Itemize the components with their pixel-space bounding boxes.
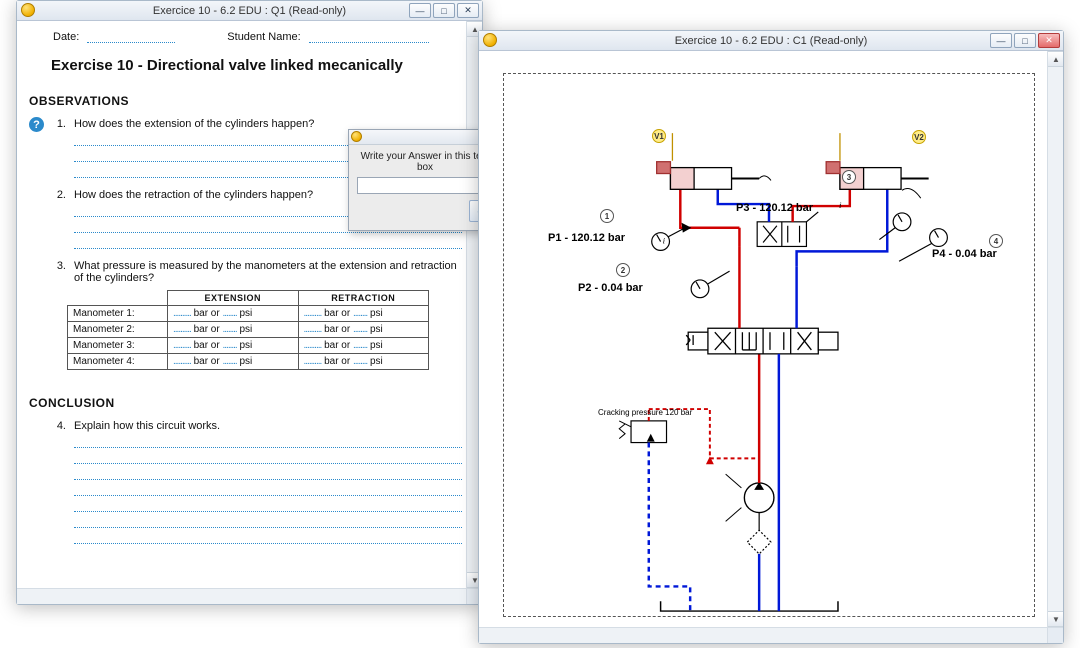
date-label: Date:	[53, 31, 79, 43]
table-row: Manometer 4: .......... bar or ........ …	[68, 354, 429, 370]
node-4: 4	[989, 234, 1003, 248]
worksheet-window: Exercice 10 - 6.2 EDU : Q1 (Read-only) —…	[16, 0, 483, 605]
q1-text: How does the extension of the cylinders …	[74, 118, 314, 130]
manometer-table: EXTENSION RETRACTION Manometer 1: ......…	[67, 290, 429, 370]
app-icon	[483, 33, 497, 47]
maximize-button[interactable]: □	[433, 3, 455, 18]
exercise-title: Exercise 10 - Directional valve linked m…	[51, 57, 462, 74]
scrollbar-horizontal[interactable]	[479, 627, 1047, 643]
q4-text: Explain how this circuit works.	[74, 420, 220, 432]
cylinder-left	[657, 162, 759, 190]
hydraulic-schematic[interactable]: i i V1 V2 1 2 3 4 P1 - 120.12 bar P2 - 0…	[503, 73, 1035, 617]
col-extension: EXTENSION	[168, 291, 299, 306]
node-1: 1	[600, 209, 614, 223]
table-row: Manometer 1: .......... bar or ........ …	[68, 306, 429, 322]
node-2: 2	[616, 263, 630, 277]
student-name-input-line[interactable]	[309, 31, 429, 43]
node-v2: V2	[912, 130, 926, 144]
window-title: Exercice 10 - 6.2 EDU : Q1 (Read-only)	[153, 5, 346, 17]
diagram-client: i i V1 V2 1 2 3 4 P1 - 120.12 bar P2 - 0…	[479, 51, 1063, 643]
question-3: 3. What pressure is measured by the mano…	[29, 260, 462, 284]
help-icon[interactable]: ?	[29, 117, 44, 132]
label-p2: P2 - 0.04 bar	[578, 282, 643, 294]
answer-line[interactable]	[74, 485, 462, 496]
diagram-window: Exercice 10 - 6.2 EDU : C1 (Read-only) —…	[478, 30, 1064, 644]
answer-line[interactable]	[74, 453, 462, 464]
label-p4: P4 - 0.04 bar	[932, 248, 997, 260]
answer-line[interactable]	[74, 469, 462, 480]
app-icon	[351, 131, 362, 142]
close-button[interactable]: ✕	[1038, 33, 1060, 48]
answer-line[interactable]	[74, 238, 462, 249]
label-cracking-pressure: Cracking pressure 120 bar	[598, 408, 692, 417]
maximize-button[interactable]: □	[1014, 33, 1036, 48]
scrollbar-vertical[interactable]: ▲ ▼	[1047, 51, 1063, 627]
answer-line[interactable]	[74, 437, 462, 448]
q2-text: How does the retraction of the cylinders…	[74, 189, 313, 201]
observations-heading: OBSERVATIONS	[29, 94, 462, 108]
close-button[interactable]: ✕	[457, 3, 479, 18]
answer-line[interactable]	[74, 501, 462, 512]
table-row: Manometer 2: .......... bar or ........ …	[68, 322, 429, 338]
scroll-down-icon[interactable]: ▼	[1048, 611, 1063, 627]
conclusion-heading: CONCLUSION	[29, 396, 462, 410]
window-title: Exercice 10 - 6.2 EDU : C1 (Read-only)	[675, 35, 868, 47]
q3-number: 3.	[52, 260, 66, 284]
q3-text: What pressure is measured by the manomet…	[74, 260, 457, 284]
header-fields: Date: Student Name:	[29, 31, 462, 43]
node-v1: V1	[652, 129, 666, 143]
scrollbar-corner	[1047, 627, 1063, 643]
minimize-button[interactable]: —	[990, 33, 1012, 48]
popup-prompt: Write your Answer in this text box	[357, 151, 493, 173]
col-retraction: RETRACTION	[298, 291, 429, 306]
q2-number: 2.	[52, 189, 66, 254]
table-row: Manometer 3: .......... bar or ........ …	[68, 338, 429, 354]
worksheet-page: Date: Student Name: Exercise 10 - Direct…	[29, 31, 462, 555]
student-name-label: Student Name:	[227, 31, 300, 43]
titlebar[interactable]: Exercice 10 - 6.2 EDU : C1 (Read-only) —…	[479, 31, 1063, 51]
scrollbar-horizontal[interactable]	[17, 588, 466, 604]
label-p1: P1 - 120.12 bar	[548, 232, 625, 244]
titlebar[interactable]: Exercice 10 - 6.2 EDU : Q1 (Read-only) —…	[17, 1, 482, 21]
answer-input[interactable]	[357, 177, 493, 194]
node-3: 3	[842, 170, 856, 184]
app-icon	[21, 3, 35, 17]
label-p3: P3 - 120.12 bar	[736, 202, 813, 214]
schematic-svg: i i	[504, 74, 1034, 616]
date-input-line[interactable]	[87, 31, 175, 43]
scroll-up-icon[interactable]: ▲	[1048, 51, 1063, 67]
answer-line[interactable]	[74, 533, 462, 544]
window-controls: — □ ✕	[990, 33, 1060, 48]
minimize-button[interactable]: —	[409, 3, 431, 18]
q1-number: 1.	[52, 118, 66, 183]
question-4: 4. Explain how this circuit works.	[29, 420, 462, 549]
q4-number: 4.	[52, 420, 66, 549]
answer-line[interactable]	[74, 517, 462, 528]
worksheet-client: Date: Student Name: Exercise 10 - Direct…	[17, 21, 482, 604]
window-controls: — □ ✕	[409, 3, 479, 18]
